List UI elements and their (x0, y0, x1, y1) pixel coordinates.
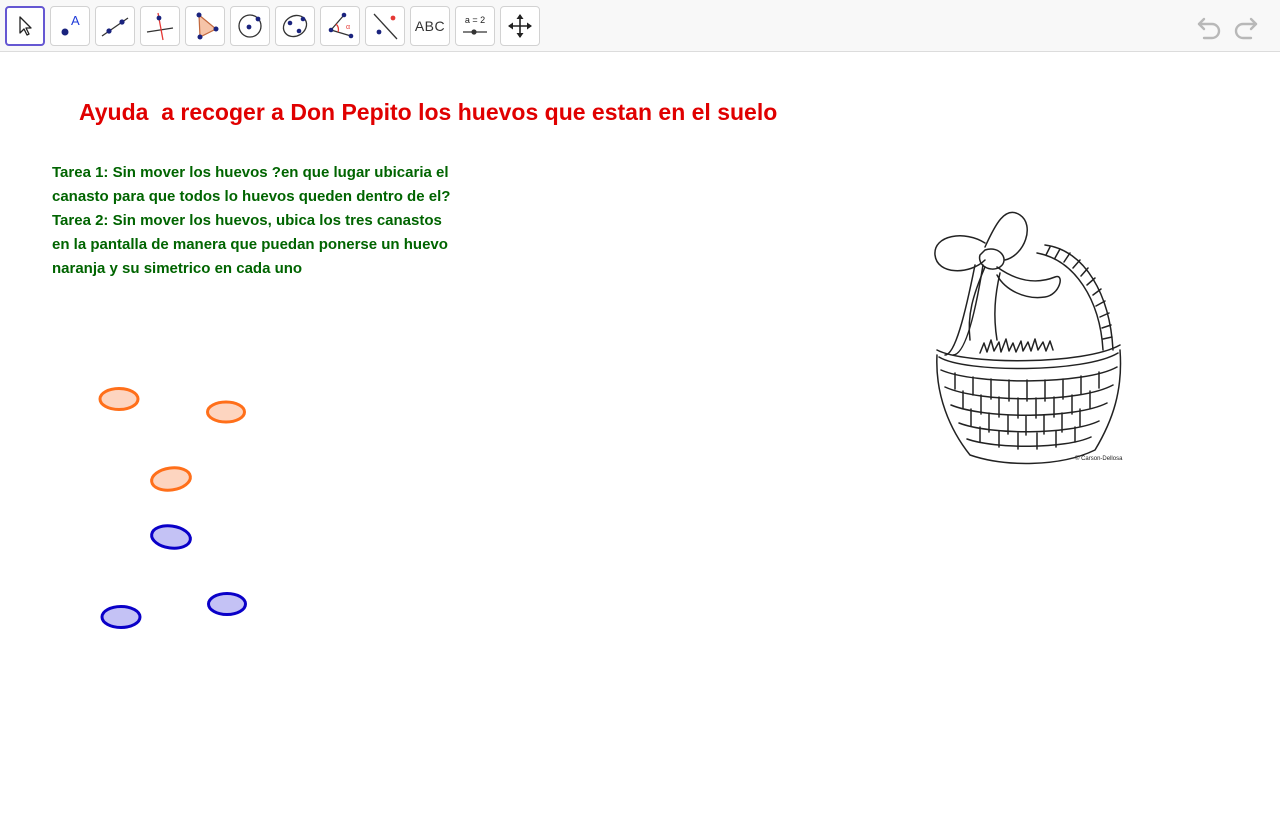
orange-egg[interactable] (203, 398, 249, 426)
task-line: Tarea 2: Sin mover los huevos, ubica los… (52, 212, 442, 229)
orange-egg[interactable] (97, 386, 143, 414)
move-tool-button[interactable] (5, 6, 45, 46)
angle-icon: α (328, 12, 354, 39)
task-line: canasto para que todos lo huevos queden … (52, 188, 451, 205)
orange-egg[interactable] (147, 464, 195, 494)
task-instructions: Tarea 1: Sin mover los huevos ?en que lu… (52, 161, 502, 281)
page-title: Ayuda a recoger a Don Pepito los huevos … (79, 99, 778, 125)
move-graphics-view-tool-button[interactable] (500, 6, 540, 46)
point-icon: A (61, 13, 80, 36)
basket-image[interactable]: © Carson-Dellosa (925, 205, 1135, 470)
text-icon: ABC (414, 18, 446, 34)
polygon-tool-button[interactable] (185, 6, 225, 46)
line-through-points-icon (101, 17, 129, 37)
slider-tool-button[interactable]: a = 2 (455, 6, 495, 46)
perpendicular-line-icon (146, 12, 174, 41)
slider-icon: a = 2 (463, 15, 487, 35)
circle-center-point-icon (238, 14, 262, 38)
move-arrows-icon (508, 14, 532, 38)
undo-icon (1197, 17, 1221, 40)
circle-tool-button[interactable] (230, 6, 270, 46)
slider-icon-label: a = 2 (465, 15, 485, 25)
line-tool-button[interactable] (95, 6, 135, 46)
polygon-icon (196, 12, 219, 40)
redo-button[interactable] (1232, 13, 1260, 41)
ellipse-icon (282, 14, 308, 38)
task-line: Tarea 1: Sin mover los huevos ?en que lu… (52, 164, 449, 181)
basket-copyright: © Carson-Dellosa (1075, 455, 1123, 462)
text-tool-button[interactable]: ABC (410, 6, 450, 46)
undo-button[interactable] (1195, 13, 1223, 41)
redo-icon (1234, 17, 1258, 40)
blue-egg[interactable] (98, 603, 144, 631)
task-line: en la pantalla de manera que puedan pone… (52, 236, 448, 253)
cursor-arrow-icon (19, 16, 32, 36)
blue-egg[interactable] (204, 590, 250, 618)
conic-tool-button[interactable] (275, 6, 315, 46)
angle-tool-button[interactable]: α (320, 6, 360, 46)
reflect-tool-button[interactable] (365, 6, 405, 46)
perpendicular-line-tool-button[interactable] (140, 6, 180, 46)
reflect-about-line-icon (373, 13, 398, 40)
blue-egg[interactable] (147, 522, 195, 552)
toolbar: A α ABC a = 2 (0, 0, 1280, 52)
angle-icon-label: α (346, 24, 350, 31)
point-tool-button[interactable]: A (50, 6, 90, 46)
task-line: naranja y su simetrico en cada uno (52, 260, 303, 277)
point-icon-label: A (71, 13, 80, 28)
